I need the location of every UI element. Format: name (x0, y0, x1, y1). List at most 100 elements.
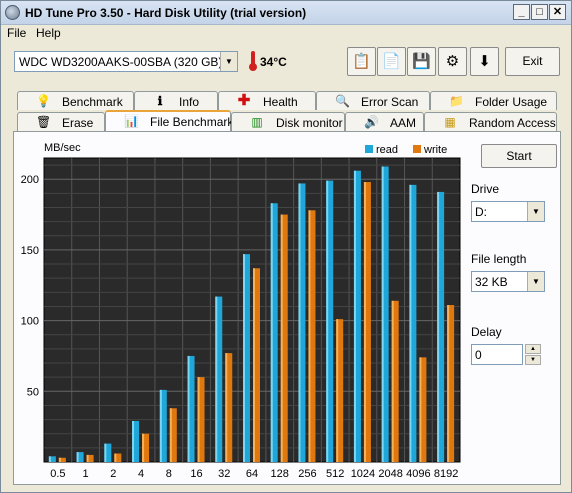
bar-write-highlight (114, 453, 117, 462)
menu-file[interactable]: File (7, 26, 26, 40)
clipboard-icon: 📄 (382, 53, 401, 70)
menu-bar: File Help (1, 25, 571, 42)
file-length-combo[interactable]: 32 KB ▼ (471, 271, 545, 292)
spin-up-icon[interactable]: ▲ (525, 344, 541, 354)
bar-read-highlight (76, 452, 79, 462)
options-icon: ⚙ (445, 53, 460, 70)
trash-icon: 🗑 (36, 115, 52, 129)
tab-folder-usage[interactable]: 📁 Folder Usage (430, 91, 557, 110)
magnifier-icon: 🔍 (335, 94, 350, 108)
download-button[interactable]: ⬇ (470, 47, 499, 76)
floppy-disk-icon: 💾 (412, 53, 431, 70)
random-access-icon: ▦ (444, 115, 456, 129)
exit-button[interactable]: Exit (505, 47, 560, 76)
tabs-row-1: 💡 Benchmark ℹ Info ✚ Health 🔍 Error Scan… (13, 91, 561, 110)
delay-spinner[interactable]: 0 ▲ ▼ (471, 344, 541, 365)
options-button[interactable]: ⚙ (438, 47, 467, 76)
tab-erase[interactable]: 🗑 Erase (17, 112, 105, 131)
drive-combo[interactable]: D: ▼ (471, 201, 545, 222)
drive-selector-value: WDC WD3200AAKS-00SBA (320 GB) (19, 55, 223, 69)
bar-write-highlight (225, 353, 228, 462)
bar-write-highlight (280, 214, 283, 462)
benchmark-chart: 50 100 150 200 MB/sec 0.5 1 2 4 8 16 32 64 128 256 512 1… (14, 132, 469, 484)
health-cross-icon: ✚ (237, 92, 251, 109)
spin-down-icon[interactable]: ▼ (525, 355, 541, 365)
x-tick-label: 4 (138, 468, 144, 480)
start-button[interactable]: Start (481, 144, 557, 168)
close-button[interactable]: ✕ (549, 4, 566, 20)
tab-health[interactable]: ✚ Health (218, 91, 316, 110)
disk-app-icon (5, 5, 20, 20)
x-tick-label: 64 (246, 468, 258, 480)
tab-random-access[interactable]: ▦ Random Access (424, 112, 557, 131)
save-button[interactable]: 💾 (407, 47, 436, 76)
copy-text-button[interactable]: 📋 (347, 47, 376, 76)
arrow-down-icon: ⬇ (478, 53, 491, 70)
bar-read-highlight (104, 443, 107, 462)
bar-write-highlight (447, 305, 450, 462)
menu-help[interactable]: Help (36, 26, 61, 40)
x-tick-label: 2048 (378, 468, 402, 480)
y-tick-label: 50 (27, 386, 39, 398)
bar-write-highlight (253, 268, 255, 462)
copy-screenshot-button[interactable]: 📄 (377, 47, 406, 76)
file-length-combo-value: 32 KB (475, 275, 508, 289)
app-window: HD Tune Pro 3.50 - Hard Disk Utility (tr… (0, 0, 572, 493)
file-benchmark-panel: 50 100 150 200 MB/sec 0.5 1 2 4 8 16 32 64 128 256 512 1… (13, 131, 561, 485)
tab-aam[interactable]: 🔊 AAM (345, 112, 424, 131)
toolbar: WDC WD3200AAKS-00SBA (320 GB) ▼ 34°C 📋 📄… (1, 43, 571, 85)
x-tick-label: 4096 (406, 468, 430, 480)
legend-swatch-write (413, 145, 421, 153)
bar-write-highlight (142, 433, 145, 462)
chevron-down-icon[interactable]: ▼ (527, 272, 544, 291)
tab-file-benchmark[interactable]: 📊 File Benchmark (105, 110, 233, 132)
tab-info[interactable]: ℹ Info (134, 91, 218, 110)
file-length-label: File length (471, 252, 527, 266)
legend-label-read: read (376, 144, 398, 156)
x-tick-label: 1 (83, 468, 89, 480)
bar-write-highlight (419, 357, 422, 462)
benchmark-chart-svg: 50 100 150 200 MB/sec 0.5 1 2 4 8 16 32 64 128 256 512 1… (21, 142, 461, 480)
delay-value: 0 (475, 348, 482, 362)
legend-swatch-read (365, 145, 373, 153)
bar-read-highlight (159, 389, 162, 462)
x-tick-label: 2 (110, 468, 116, 480)
disk-monitor-icon: ▥ (251, 115, 263, 129)
bar-read-highlight (381, 166, 384, 463)
drive-label: Drive (471, 182, 500, 196)
bar-read-highlight (437, 191, 440, 462)
bar-write-highlight (336, 319, 339, 462)
bar-write-highlight (363, 182, 366, 462)
y-axis-label: MB/sec (44, 142, 81, 154)
chevron-down-icon[interactable]: ▼ (220, 52, 237, 71)
tab-benchmark[interactable]: 💡 Benchmark (17, 91, 134, 110)
delay-input[interactable]: 0 (471, 344, 523, 365)
info-icon: ℹ (157, 94, 163, 108)
drive-selector[interactable]: WDC WD3200AAKS-00SBA (320 GB) ▼ (14, 51, 238, 72)
y-tick-label: 100 (21, 316, 39, 328)
bar-read-highlight (215, 296, 218, 462)
x-tick-label: 16 (190, 468, 202, 480)
bar-read-highlight (132, 420, 135, 462)
tab-disk-monitor[interactable]: ▥ Disk monitor (231, 112, 345, 131)
title-bar[interactable]: HD Tune Pro 3.50 - Hard Disk Utility (tr… (1, 1, 571, 25)
minimize-button[interactable]: _ (513, 4, 530, 20)
bar-write-highlight (86, 454, 89, 462)
x-tick-label: 0.5 (50, 468, 65, 480)
bar-write-highlight (58, 457, 61, 462)
x-tick-label: 8 (166, 468, 172, 480)
temperature-readout: 34°C (260, 55, 287, 69)
drive-combo-value: D: (475, 205, 487, 219)
maximize-button[interactable]: □ (531, 4, 548, 20)
lightbulb-icon: 💡 (36, 94, 51, 108)
settings-sidebar: Start Drive D: ▼ File length 32 KB ▼ Del… (469, 132, 561, 484)
file-benchmark-icon: 📊 (124, 114, 139, 128)
thermometer-icon (249, 51, 257, 71)
x-tick-label: 256 (298, 468, 316, 480)
x-tick-label: 1024 (351, 468, 375, 480)
tabs-row-2: 🗑 Erase 📊 File Benchmark ▥ Disk monitor … (13, 110, 561, 132)
chevron-down-icon[interactable]: ▼ (527, 202, 544, 221)
window-title: HD Tune Pro 3.50 - Hard Disk Utility (tr… (25, 6, 307, 20)
y-tick-label: 150 (21, 245, 39, 257)
tab-error-scan[interactable]: 🔍 Error Scan (316, 91, 430, 110)
